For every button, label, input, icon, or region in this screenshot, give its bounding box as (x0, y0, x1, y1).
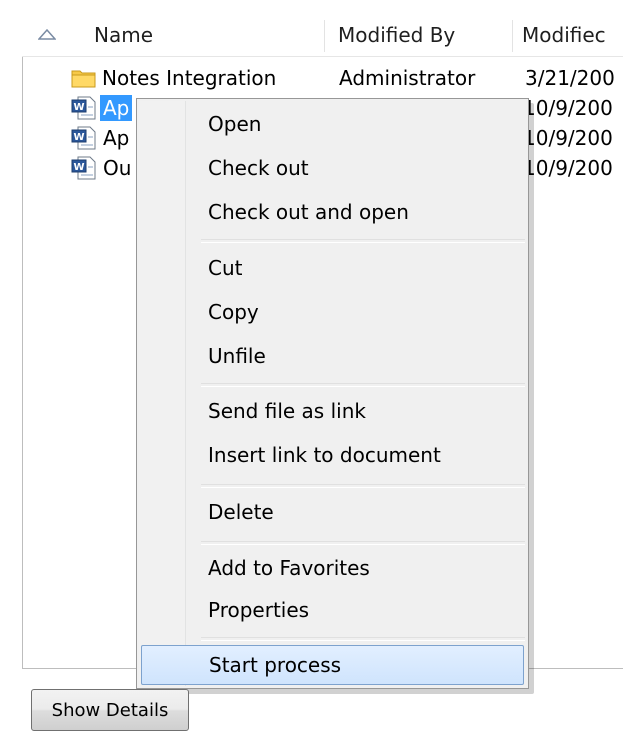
word-document-icon: W (71, 96, 96, 120)
menu-item-unfile[interactable]: Unfile (141, 336, 524, 376)
menu-item-label: Add to Favorites (208, 556, 370, 580)
svg-text:W: W (73, 132, 84, 143)
item-modified: 10/9/200 (523, 96, 613, 120)
menu-item-copy[interactable]: Copy (141, 292, 524, 332)
menu-item-label: Unfile (208, 344, 266, 368)
menu-item-check-out[interactable]: Check out (141, 148, 524, 188)
context-menu: Open Check out Check out and open Cut Co… (136, 98, 529, 689)
word-document-icon: W (71, 156, 96, 180)
item-modified: 10/9/200 (523, 156, 613, 180)
item-modified: 3/21/200 (525, 66, 615, 90)
menu-item-properties[interactable]: Properties (141, 590, 524, 630)
menu-item-send-file-as-link[interactable]: Send file as link (141, 391, 524, 431)
column-modified-by-label: Modified By (338, 23, 456, 47)
menu-item-cut[interactable]: Cut (141, 248, 524, 288)
menu-item-label: Insert link to document (208, 443, 441, 467)
word-document-icon: W (71, 126, 96, 150)
menu-item-insert-link-to-document[interactable]: Insert link to document (141, 435, 524, 475)
sort-ascending-arrow-icon (38, 29, 56, 40)
menu-item-check-out-and-open[interactable]: Check out and open (141, 192, 524, 232)
document-list-window: Name Modified By Modifiec Notes Integrat… (0, 0, 623, 739)
item-modified: 10/9/200 (523, 126, 613, 150)
column-divider[interactable] (512, 20, 513, 52)
menu-item-label: Check out (208, 156, 309, 180)
menu-item-label: Send file as link (208, 399, 366, 423)
item-modified-by: Administrator (339, 66, 476, 90)
column-divider[interactable] (324, 20, 325, 52)
folder-icon (71, 70, 96, 88)
svg-text:W: W (73, 102, 84, 113)
list-item[interactable]: Notes Integration Administrator 3/21/200 (23, 63, 623, 93)
item-name: Ap (103, 126, 130, 150)
menu-item-label: Start process (209, 653, 342, 677)
menu-item-open[interactable]: Open (141, 104, 524, 144)
menu-item-label: Delete (208, 500, 274, 524)
menu-separator (201, 383, 525, 387)
menu-item-label: Open (208, 112, 262, 136)
svg-text:W: W (73, 162, 84, 173)
menu-separator (201, 239, 525, 243)
menu-item-add-to-favorites[interactable]: Add to Favorites (141, 548, 524, 588)
menu-item-delete[interactable]: Delete (141, 492, 524, 532)
column-header-modified-by[interactable]: Modified By (338, 14, 508, 56)
menu-item-label: Properties (208, 598, 310, 622)
column-header: Name Modified By Modifiec (22, 14, 623, 57)
menu-item-start-process[interactable]: Start process (141, 645, 524, 685)
column-modified-label: Modifiec (522, 23, 606, 47)
item-name: Notes Integration (102, 66, 277, 90)
item-name: Ap (100, 95, 133, 121)
menu-separator (201, 484, 525, 488)
column-header-name[interactable]: Name (94, 14, 314, 56)
menu-separator (201, 637, 525, 641)
menu-separator (201, 541, 525, 545)
item-name: Ou (103, 156, 132, 180)
column-name-label: Name (94, 23, 154, 47)
menu-item-label: Check out and open (208, 200, 409, 224)
menu-item-label: Copy (208, 300, 259, 324)
show-details-button[interactable]: Show Details (31, 689, 189, 731)
column-header-modified[interactable]: Modifiec (522, 14, 623, 56)
menu-item-label: Cut (208, 256, 243, 280)
